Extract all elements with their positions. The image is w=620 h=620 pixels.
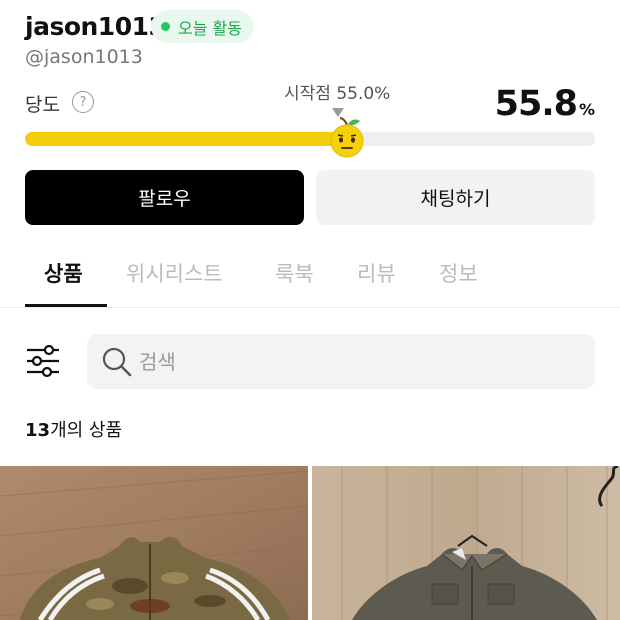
gray-jacket-photo bbox=[312, 466, 620, 620]
start-point-label: 시작점 55.0% bbox=[284, 84, 391, 104]
sweetness-label: 당도 bbox=[25, 94, 60, 116]
sweetness-score-unit: % bbox=[578, 100, 595, 119]
apple-face-icon bbox=[330, 117, 364, 158]
help-icon[interactable]: ? bbox=[72, 91, 94, 113]
sweetness-score: 55.8% bbox=[495, 84, 595, 124]
sweetness-bar bbox=[25, 132, 595, 146]
product-card-camo-jacket[interactable] bbox=[0, 466, 308, 620]
tab-lookbook[interactable]: 룩북 bbox=[275, 258, 314, 288]
activity-status-label: 오늘 활동 bbox=[178, 18, 242, 38]
tab-reviews[interactable]: 리뷰 bbox=[357, 258, 396, 288]
username: jason1013 bbox=[25, 12, 166, 41]
camo-jacket-photo bbox=[0, 466, 308, 620]
search-input[interactable] bbox=[139, 334, 579, 389]
search-bar[interactable] bbox=[87, 334, 595, 389]
search-icon bbox=[102, 347, 132, 377]
product-count: 13개의 상품 bbox=[25, 416, 122, 442]
tab-products[interactable]: 상품 bbox=[44, 258, 83, 288]
sliders-icon[interactable] bbox=[25, 343, 61, 379]
user-handle: @jason1013 bbox=[25, 46, 143, 68]
product-card-gray-jacket[interactable] bbox=[312, 466, 620, 620]
tab-info[interactable]: 정보 bbox=[439, 258, 478, 288]
product-count-number: 13 bbox=[25, 420, 51, 441]
activity-status-badge: 오늘 활동 bbox=[151, 10, 254, 43]
sweetness-bar-fill bbox=[25, 132, 344, 146]
profile-tabs: 상품 위시리스트 룩북 리뷰 정보 bbox=[0, 240, 620, 308]
product-count-suffix: 개의 상품 bbox=[50, 420, 123, 441]
profile-header: jason1013 오늘 활동 @jason1013 bbox=[25, 10, 600, 74]
online-dot-icon bbox=[161, 22, 170, 31]
start-point-marker-icon bbox=[332, 108, 344, 117]
sweetness-score-value: 55.8 bbox=[494, 84, 578, 124]
follow-button[interactable]: 팔로우 bbox=[25, 170, 304, 225]
active-tab-indicator bbox=[25, 304, 107, 307]
tab-wishlist[interactable]: 위시리스트 bbox=[126, 258, 223, 288]
chat-button[interactable]: 채팅하기 bbox=[316, 170, 595, 225]
